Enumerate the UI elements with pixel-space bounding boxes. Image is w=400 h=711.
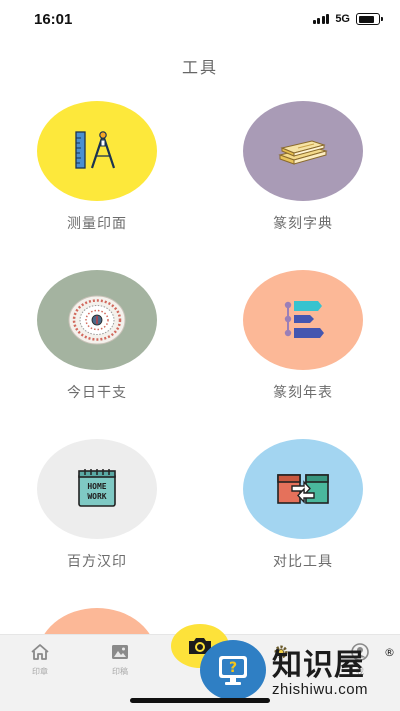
tab-label: 印稿 [112,667,128,676]
homework-notebook-icon: HOME WORK [78,469,116,507]
tool-daily-ganzhi[interactable]: 今日干支 [27,270,167,402]
tool-seal-dictionary[interactable]: 篆刻字典 [233,101,373,233]
svg-text:?: ? [229,660,237,676]
tool-label: 对比工具 [273,554,333,570]
tool-hundred-han-seals[interactable]: HOME WORK 百方汉印 [27,439,167,571]
tool-circle [243,270,363,370]
tool-circle [37,101,157,201]
tool-label: 百方汉印 [67,554,127,570]
tool-circle [243,439,363,539]
tab-label: 印章 [32,667,48,676]
books-icon [278,140,328,165]
status-bar: 16:01 5G [0,0,400,40]
watermark-title: 知识屋 [272,648,365,683]
compare-boxes-icon [277,474,329,504]
tool-compare[interactable]: 对比工具 [233,439,373,571]
compass-dial-icon [68,295,126,345]
home-icon [31,644,49,660]
tool-label: 篆刻字典 [273,216,333,232]
tab-seal[interactable]: 印章 [10,643,70,677]
tool-circle: HOME WORK [37,439,157,539]
tool-measure-seal[interactable]: 测量印面 [27,101,167,233]
timeline-tags-icon [284,301,324,338]
tool-seal-chronology[interactable]: 篆刻年表 [233,270,373,402]
watermark-url: zhishiwu.com [272,681,369,698]
watermark-registered: ® [384,646,395,659]
tool-label: 今日干支 [67,385,127,401]
status-indicators: 5G [312,13,383,25]
home-indicator[interactable] [130,698,270,703]
question-monitor-icon: ? [219,656,247,685]
network-label: 5G [335,13,350,25]
tool-circle [243,101,363,201]
ruler-compass-icon [75,131,116,169]
watermark-logo: ? [200,640,266,700]
homework-text-line2: WORK [87,492,106,501]
image-icon [112,645,128,659]
tool-label: 测量印面 [67,216,127,232]
homework-text-line1: HOME [87,482,106,491]
status-time: 16:01 [34,11,73,28]
signal-icon [312,14,330,24]
tab-draft[interactable]: 印稿 [90,643,150,677]
tool-circle [37,270,157,370]
page-title: 工具 [181,58,218,77]
tool-label: 篆刻年表 [273,385,333,401]
battery-icon [356,13,383,25]
